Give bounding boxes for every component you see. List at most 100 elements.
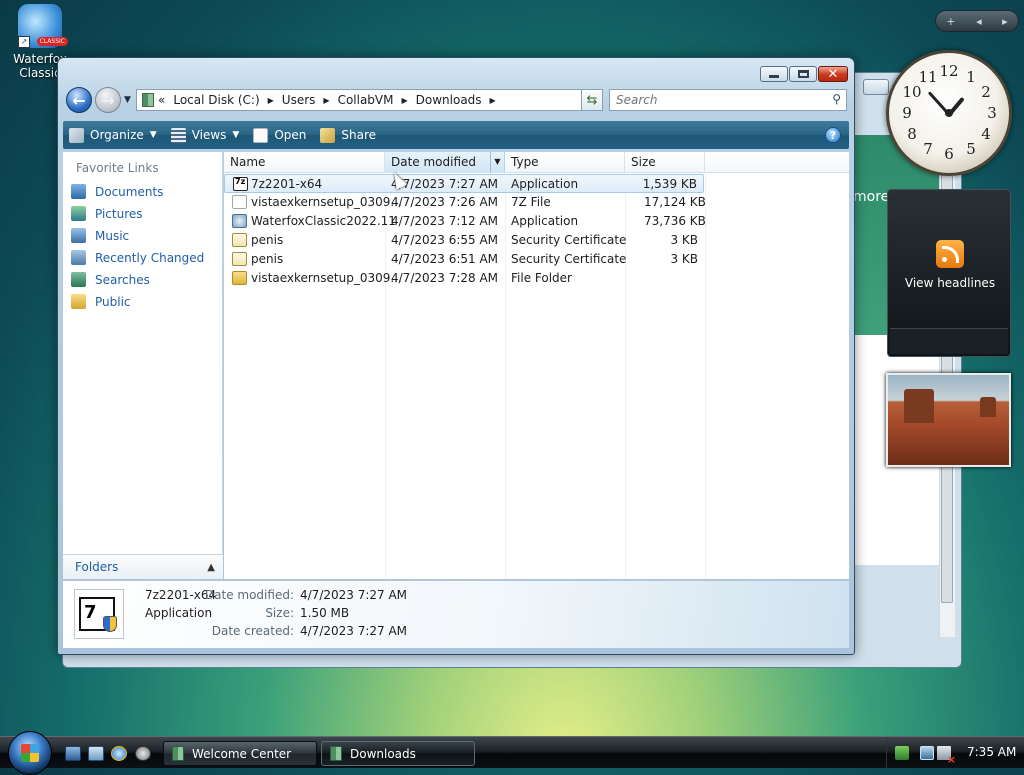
table-row[interactable]: penis 4/7/2023 6:55 AM Security Certific… xyxy=(224,231,849,250)
address-bar[interactable]: « Local Disk (C:) ▶ Users ▶ CollabVM ▶ Down… xyxy=(136,89,596,111)
taskbar-item-label: Downloads xyxy=(350,746,416,761)
column-name[interactable]: Name xyxy=(224,152,385,173)
waterfox-icon: CLASSIC ↗ xyxy=(18,4,68,48)
share-button[interactable]: Share xyxy=(320,127,376,143)
minimize-button[interactable] xyxy=(760,66,788,82)
view-headlines-link[interactable]: View headlines xyxy=(888,276,1012,290)
classic-badge: CLASSIC xyxy=(36,37,68,46)
breadcrumb-collabvm[interactable]: CollabVM xyxy=(338,93,394,107)
sidebar-item-searches[interactable]: Searches xyxy=(71,272,150,287)
breadcrumb-users[interactable]: Users xyxy=(282,93,316,107)
app-icon xyxy=(232,214,247,228)
slideshow-gadget[interactable] xyxy=(886,373,1011,467)
clock-gadget[interactable]: 12 1 2 3 4 5 6 7 8 9 10 11 xyxy=(886,50,1012,176)
internet-explorer-icon[interactable] xyxy=(111,746,127,761)
open-label: Open xyxy=(274,128,307,142)
column-date-modified[interactable]: Date modified ▼ xyxy=(385,152,505,173)
taskbar: Welcome Center Downloads 7:35 AM xyxy=(0,731,1024,775)
next-gadget-button[interactable]: ▸ xyxy=(1002,15,1008,28)
sidebar-controls: + ◂ ▸ xyxy=(935,10,1019,32)
details-pane: 7 7z2201-x64 Application Date modified: … xyxy=(63,580,849,648)
feed-headlines-gadget[interactable]: View headlines xyxy=(887,189,1011,357)
back-button[interactable]: ← xyxy=(66,87,92,113)
breadcrumb-arrow-icon[interactable]: ▶ xyxy=(323,96,329,105)
shortcut-arrow-icon: ↗ xyxy=(18,36,30,48)
clock-time[interactable]: 7:35 AM xyxy=(967,745,1016,759)
sidebar-item-pictures[interactable]: Pictures xyxy=(71,206,143,221)
table-row[interactable]: 7z2201-x64 4/7/2023 7:27 AM Application … xyxy=(224,174,704,193)
file-date: 4/7/2023 7:26 AM xyxy=(391,195,499,209)
close-button[interactable]: ✕ xyxy=(818,66,848,82)
file-name: vistaexkernsetup_0309... xyxy=(251,195,402,209)
sidebar-item-recently-changed[interactable]: Recently Changed xyxy=(71,250,204,265)
views-button[interactable]: Views ▼ xyxy=(170,127,239,143)
column-label: Size xyxy=(631,155,656,169)
sidebar-item-public[interactable]: Public xyxy=(71,294,131,309)
explorer-window[interactable]: ✕ ← → ▼ « Local Disk (C:) ▶ Users ▶ Collab… xyxy=(57,57,855,655)
public-folder-icon xyxy=(71,294,86,309)
breadcrumb-local-disk[interactable]: Local Disk (C:) xyxy=(173,93,259,107)
column-type[interactable]: Type xyxy=(505,152,625,173)
start-button[interactable] xyxy=(8,731,52,775)
breadcrumb-arrow-icon[interactable]: ▶ xyxy=(401,96,407,105)
search-input[interactable] xyxy=(610,90,810,110)
help-button[interactable]: ? xyxy=(825,127,841,143)
table-row[interactable]: penis 4/7/2023 6:51 AM Security Certific… xyxy=(224,250,849,269)
file-name: WaterfoxClassic2022.11 xyxy=(251,214,396,228)
search-icon[interactable]: ⚲ xyxy=(832,92,841,106)
folders-toggle[interactable]: Folders ▲ xyxy=(63,554,223,579)
size-label: Size: xyxy=(265,606,294,620)
breadcrumb-arrow-icon[interactable]: ▶ xyxy=(490,96,496,105)
date-modified-value: 4/7/2023 7:27 AM xyxy=(300,588,408,602)
file-rows: 7z2201-x64 4/7/2023 7:27 AM Application … xyxy=(224,174,849,288)
table-row[interactable]: WaterfoxClassic2022.11 4/7/2023 7:12 AM … xyxy=(224,212,849,231)
tray-app-icon[interactable] xyxy=(895,746,909,760)
bg-window-minimize-button[interactable] xyxy=(863,79,889,95)
column-dropdown-icon[interactable]: ▼ xyxy=(490,152,504,173)
previous-gadget-button[interactable]: ◂ xyxy=(976,15,982,28)
banner-partial-text: more xyxy=(853,189,890,205)
file-type: File Folder xyxy=(511,271,572,285)
table-row[interactable]: vistaexkernsetup_0309... 4/7/2023 7:26 A… xyxy=(224,193,849,212)
rss-icon xyxy=(936,240,964,268)
size-value: 1.50 MB xyxy=(300,606,350,620)
breadcrumb-arrow-icon[interactable]: ▶ xyxy=(268,96,274,105)
landscape-image xyxy=(904,389,934,423)
clock-number: 8 xyxy=(907,125,917,143)
pictures-icon xyxy=(71,206,86,221)
taskbar-item-welcome-center[interactable]: Welcome Center xyxy=(163,741,317,766)
landscape-image xyxy=(980,397,996,417)
file-date: 4/7/2023 6:55 AM xyxy=(391,233,499,247)
organize-button[interactable]: Organize ▼ xyxy=(69,127,157,143)
details-file-type: Application xyxy=(145,606,213,620)
volume-muted-icon[interactable] xyxy=(937,746,956,766)
sidebar-item-label: Searches xyxy=(95,272,150,287)
sidebar-item-label: Recently Changed xyxy=(95,250,205,265)
recent-pages-dropdown[interactable]: ▼ xyxy=(124,95,131,105)
breadcrumb: « Local Disk (C:) ▶ Users ▶ CollabVM ▶ Down… xyxy=(158,93,504,107)
table-row[interactable]: vistaexkernsetup_0309... 4/7/2023 7:28 A… xyxy=(224,269,849,288)
breadcrumb-overflow[interactable]: « xyxy=(158,93,165,107)
taskbar-item-downloads[interactable]: Downloads xyxy=(321,741,475,766)
column-label: Type xyxy=(511,155,539,169)
refresh-button[interactable]: ⇆ xyxy=(581,89,603,111)
file-date: 4/7/2023 7:12 AM xyxy=(391,214,499,228)
network-icon[interactable] xyxy=(920,746,934,760)
organize-icon xyxy=(69,127,84,143)
column-size[interactable]: Size xyxy=(625,152,705,173)
command-toolbar: Organize ▼ Views ▼ Open Share ? xyxy=(63,121,849,149)
open-button[interactable]: Open xyxy=(253,127,307,143)
forward-button[interactable]: → xyxy=(95,87,121,113)
sidebar-item-label: Music xyxy=(95,228,130,243)
waterfox-quicklaunch-icon[interactable] xyxy=(135,746,151,761)
maximize-button[interactable] xyxy=(789,66,817,82)
sidebar-item-music[interactable]: Music xyxy=(71,228,129,243)
add-gadget-button[interactable]: + xyxy=(946,15,955,28)
search-box[interactable]: ⚲ xyxy=(609,89,847,111)
sidebar-item-documents[interactable]: Documents xyxy=(71,184,163,199)
show-desktop-icon[interactable] xyxy=(65,746,81,761)
breadcrumb-downloads[interactable]: Downloads xyxy=(416,93,482,107)
switch-windows-icon[interactable] xyxy=(88,746,104,761)
clock-number: 5 xyxy=(966,140,976,158)
clock-number: 12 xyxy=(939,62,959,80)
